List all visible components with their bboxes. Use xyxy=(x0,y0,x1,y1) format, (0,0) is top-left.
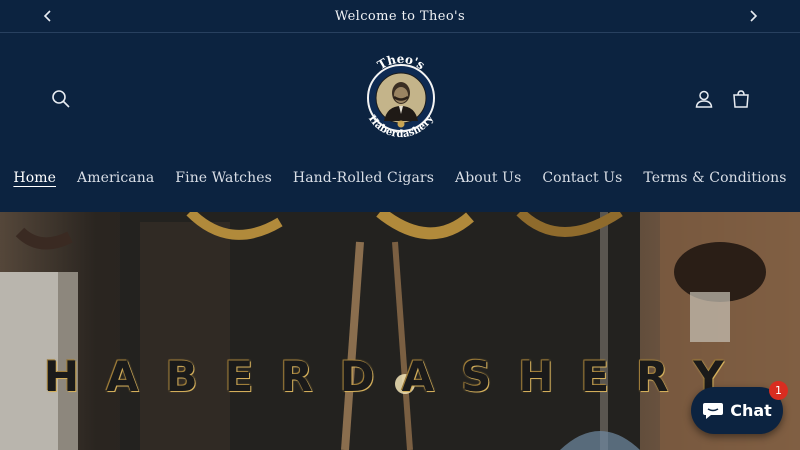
nav-item-americana[interactable]: Americana xyxy=(77,170,154,186)
account-button[interactable] xyxy=(692,87,716,111)
site-logo[interactable]: Theo's Haberdashery xyxy=(354,50,448,146)
cart-icon xyxy=(733,90,749,108)
search-icon xyxy=(52,90,70,108)
nav-item-contact-us[interactable]: Contact Us xyxy=(542,170,622,186)
site-header: Theo's Haberdashery Home Americana Fine … xyxy=(0,34,800,212)
announcement-prev-button[interactable] xyxy=(40,8,56,24)
nav-item-hand-rolled-cigars[interactable]: Hand-Rolled Cigars xyxy=(293,170,434,186)
hero-sign-text: HABERDASHERY xyxy=(44,352,751,401)
chat-label: Chat xyxy=(730,401,772,420)
nav-item-about-us[interactable]: About Us xyxy=(455,170,521,186)
chat-bubble-icon xyxy=(703,402,724,419)
hero-image xyxy=(0,212,800,450)
nav-item-home[interactable]: Home xyxy=(13,170,56,186)
main-navigation: Home Americana Fine Watches Hand-Rolled … xyxy=(0,170,800,186)
cart-button[interactable] xyxy=(729,87,753,111)
chevron-left-icon xyxy=(43,10,51,22)
hero-banner: HABERDASHERY xyxy=(0,212,800,450)
chat-notification-badge: 1 xyxy=(769,381,788,400)
nav-item-terms-conditions[interactable]: Terms & Conditions xyxy=(643,170,786,186)
account-icon xyxy=(695,90,713,108)
search-button[interactable] xyxy=(49,87,73,111)
chevron-right-icon xyxy=(750,10,758,22)
announcement-text: Welcome to Theo's xyxy=(334,8,466,24)
announcement-bar: Welcome to Theo's xyxy=(0,0,800,33)
nav-item-fine-watches[interactable]: Fine Watches xyxy=(175,170,272,186)
announcement-next-button[interactable] xyxy=(745,8,761,24)
